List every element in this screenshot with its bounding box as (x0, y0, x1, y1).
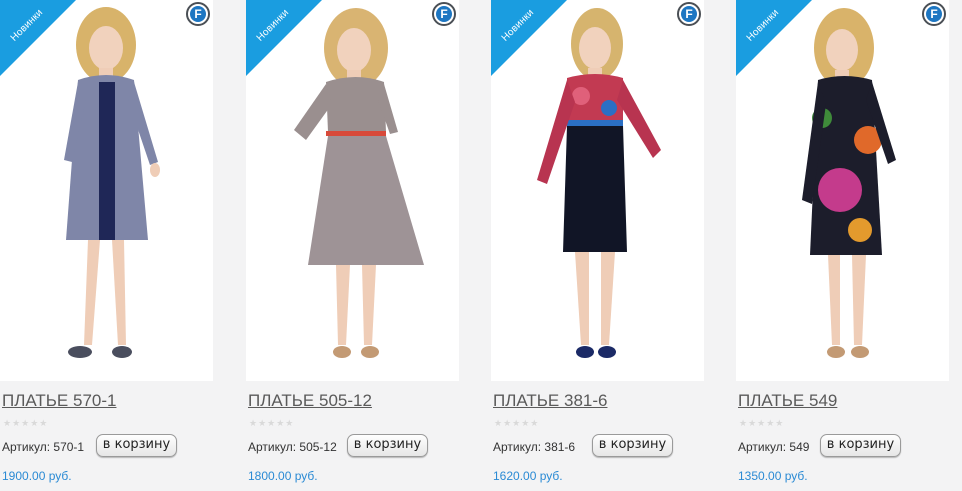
product-title-link[interactable]: ПЛАТЬЕ 549 (738, 391, 837, 411)
new-arrivals-ribbon: Новинки (736, 0, 812, 76)
brand-logo-icon: F (922, 2, 946, 26)
product-card: Новинки F ПЛАТЬЕ 570-1 ★★★★★ Артикул: 57… (0, 0, 216, 491)
brand-logo-icon: F (186, 2, 210, 26)
product-photo[interactable]: Новинки F (246, 0, 459, 381)
add-to-cart-button[interactable]: в корзину (820, 434, 901, 457)
product-photo[interactable]: Новинки F (0, 0, 213, 381)
rating-stars-icon: ★★★★★ (249, 418, 295, 428)
new-arrivals-ribbon: Новинки (491, 0, 567, 76)
add-to-cart-button[interactable]: в корзину (592, 434, 673, 457)
product-card: Новинки F ПЛАТЬЕ 549 ★★★★★ Артикул: 549 … (736, 0, 952, 491)
product-photo[interactable]: Новинки F (491, 0, 704, 381)
product-price: 1800.00 руб. (248, 469, 318, 483)
product-card: Новинки F ПЛАТЬЕ 505-12 ★★★★★ Артикул: 5… (246, 0, 462, 491)
product-sku: Артикул: 549 (738, 440, 810, 454)
product-sku: Артикул: 570-1 (2, 440, 85, 454)
product-price: 1350.00 руб. (738, 469, 808, 483)
add-to-cart-button[interactable]: в корзину (347, 434, 428, 457)
product-sku: Артикул: 381-6 (493, 440, 576, 454)
rating-stars-icon: ★★★★★ (494, 418, 540, 428)
product-title-link[interactable]: ПЛАТЬЕ 570-1 (2, 391, 116, 411)
product-title-link[interactable]: ПЛАТЬЕ 505-12 (248, 391, 372, 411)
product-price: 1900.00 руб. (2, 469, 72, 483)
product-card: Новинки F ПЛАТЬЕ 381-6 ★★★★★ Артикул: 38… (491, 0, 707, 491)
rating-stars-icon: ★★★★★ (3, 418, 49, 428)
product-price: 1620.00 руб. (493, 469, 563, 483)
brand-logo-icon: F (677, 2, 701, 26)
add-to-cart-button[interactable]: в корзину (96, 434, 177, 457)
product-photo[interactable]: Новинки F (736, 0, 949, 381)
rating-stars-icon: ★★★★★ (739, 418, 785, 428)
new-arrivals-ribbon: Новинки (0, 0, 76, 76)
product-grid: Новинки F ПЛАТЬЕ 570-1 ★★★★★ Артикул: 57… (0, 0, 962, 491)
product-sku: Артикул: 505-12 (248, 440, 337, 454)
new-arrivals-ribbon: Новинки (246, 0, 322, 76)
brand-logo-icon: F (432, 2, 456, 26)
product-title-link[interactable]: ПЛАТЬЕ 381-6 (493, 391, 607, 411)
